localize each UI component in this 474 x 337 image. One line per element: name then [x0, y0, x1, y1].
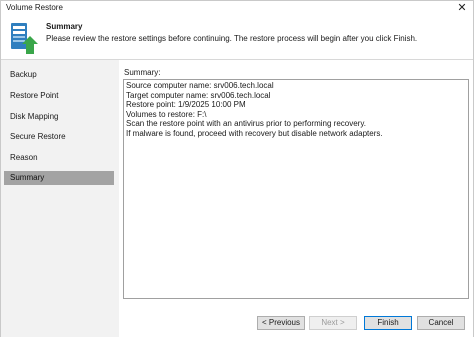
- previous-button[interactable]: < Previous: [257, 316, 305, 330]
- summary-panel: Summary: Source computer name: srv006.te…: [119, 60, 473, 300]
- summary-line: Scan the restore point with an antivirus…: [126, 119, 366, 128]
- summary-textbox[interactable]: Source computer name: srv006.tech.local …: [123, 79, 469, 299]
- summary-line: Source computer name: srv006.tech.local: [126, 81, 274, 90]
- window-title: Volume Restore: [6, 3, 63, 12]
- summary-line: Target computer name: srv006.tech.local: [126, 90, 271, 100]
- step-reason[interactable]: Reason: [4, 151, 114, 165]
- step-restore-point[interactable]: Restore Point: [4, 89, 114, 103]
- step-summary[interactable]: Summary: [4, 171, 114, 185]
- close-icon[interactable]: ✕: [456, 2, 468, 14]
- volume-restore-window: Volume Restore ✕ Summary Please review t…: [0, 0, 474, 337]
- wizard-steps-sidebar: Backup Restore Point Disk Mapping Secure…: [1, 60, 119, 337]
- header-title: Summary: [46, 22, 83, 31]
- header-description: Please review the restore settings befor…: [46, 34, 418, 43]
- summary-line: Restore point: 1/9/2025 10:00 PM: [126, 100, 246, 109]
- summary-line: If malware is found, proceed with recove…: [126, 128, 383, 138]
- finish-button[interactable]: Finish: [364, 316, 412, 330]
- summary-label: Summary:: [124, 68, 161, 77]
- title-bar: Volume Restore ✕: [1, 1, 473, 16]
- cancel-button[interactable]: Cancel: [417, 316, 465, 330]
- server-restore-icon: [11, 23, 38, 54]
- step-secure-restore[interactable]: Secure Restore: [4, 130, 114, 144]
- wizard-footer: < Previous Next > Finish Cancel: [119, 300, 473, 337]
- summary-line: Volumes to restore: F:\: [126, 109, 207, 119]
- step-disk-mapping[interactable]: Disk Mapping: [4, 110, 114, 124]
- step-backup[interactable]: Backup: [4, 68, 114, 82]
- wizard-header: Summary Please review the restore settin…: [1, 16, 473, 60]
- next-button[interactable]: Next >: [309, 316, 357, 330]
